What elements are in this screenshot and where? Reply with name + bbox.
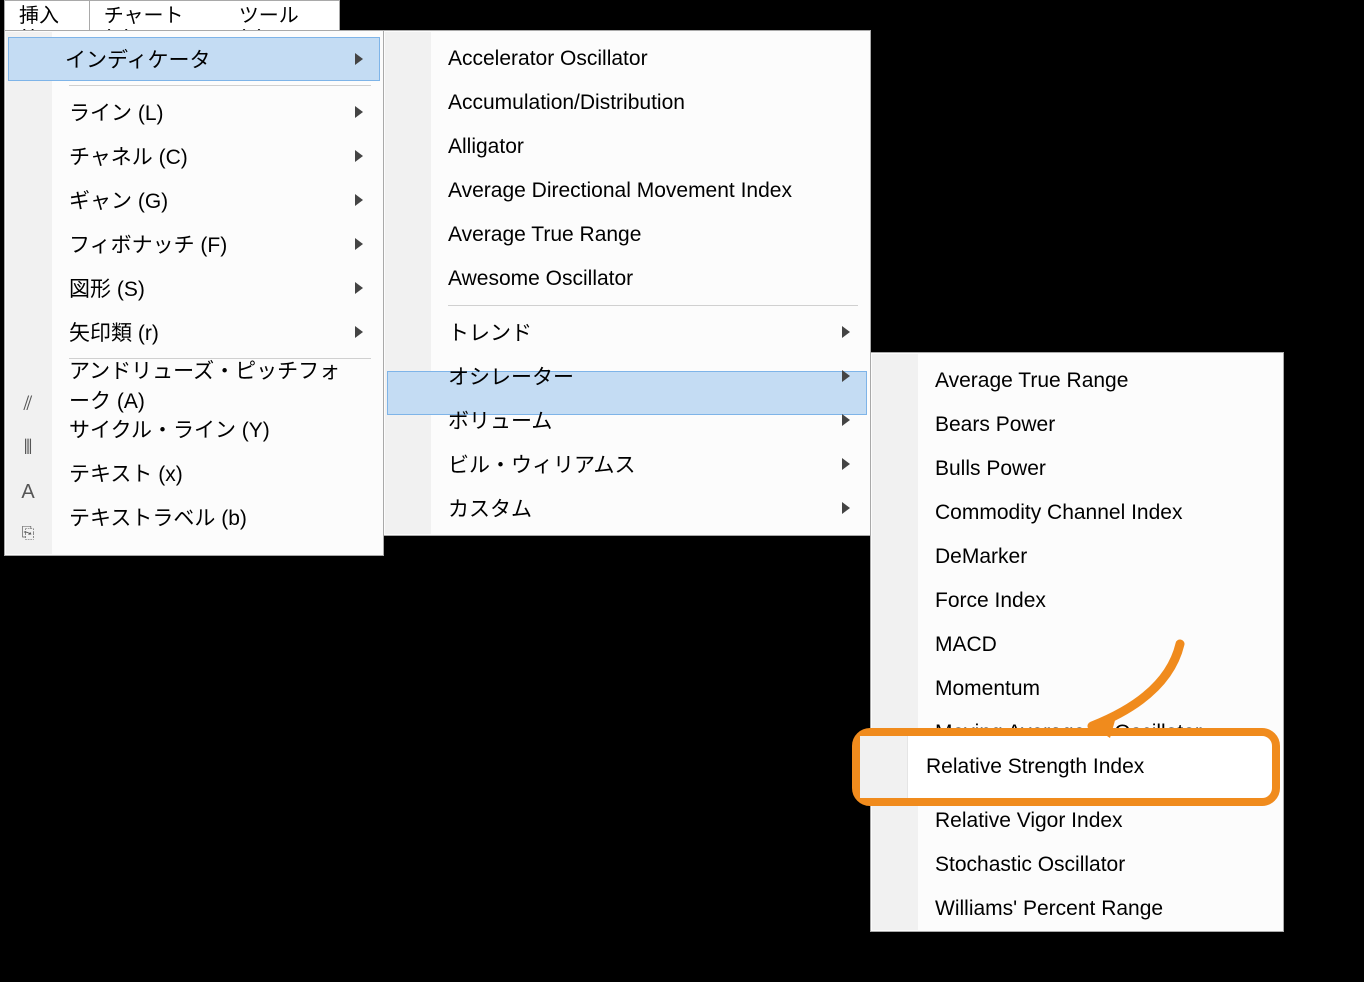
menu-item-demarker[interactable]: DeMarker <box>919 535 1277 579</box>
label: Relative Vigor Index <box>935 809 1123 833</box>
menu-item-bears-power[interactable]: Bears Power <box>919 403 1277 447</box>
menu-item-indicators-label: インディケータ <box>65 44 211 74</box>
menu-item-awesome-oscillator[interactable]: Awesome Oscillator <box>432 257 864 301</box>
text-a-icon: A <box>5 481 51 504</box>
menu-item-fibonacci[interactable]: フィボナッチ (F) <box>53 222 377 266</box>
label: Momentum <box>935 677 1040 701</box>
label: Average Directional Movement Index <box>448 179 792 203</box>
menu-item-volume[interactable]: ボリューム <box>432 398 864 442</box>
menu-item-accumulation-distribution[interactable]: Accumulation/Distribution <box>432 81 864 125</box>
menubar: 挿入(I) チャート (C) ツール (T) <box>4 0 340 32</box>
menu-item-andrews-label: アンドリューズ・ピッチフォーク (A) <box>69 355 343 415</box>
menu-item-cycle-label: サイクル・ライン (Y) <box>69 414 270 444</box>
menu-item-text-label[interactable]: テキストラベル (b) <box>53 495 377 539</box>
menu-item-bulls-power[interactable]: Bulls Power <box>919 447 1277 491</box>
label: Commodity Channel Index <box>935 501 1182 525</box>
label: Accumulation/Distribution <box>448 91 685 115</box>
menu-item-oscillator[interactable]: オシレーター <box>384 354 864 398</box>
submenu-arrow-icon <box>355 238 363 250</box>
submenu-arrow-icon <box>842 414 850 426</box>
submenu-arrow-icon <box>842 458 850 470</box>
menu-indicators-iconcol <box>385 32 431 534</box>
label: Alligator <box>448 135 524 159</box>
menu-insert-iconcol <box>6 32 52 554</box>
menubar-tool[interactable]: ツール (T) <box>225 1 339 31</box>
menu-item-accelerator-oscillator[interactable]: Accelerator Oscillator <box>432 37 864 81</box>
submenu-arrow-icon <box>842 370 850 382</box>
menu-item-shapes-label: 図形 (S) <box>69 273 145 303</box>
submenu-arrow-icon <box>355 106 363 118</box>
menu-indicators: Accelerator Oscillator Accumulation/Dist… <box>383 30 871 536</box>
menu-item-force-index[interactable]: Force Index <box>919 579 1277 623</box>
menu-item-atr[interactable]: Average True Range <box>432 213 864 257</box>
menu-item-alligator[interactable]: Alligator <box>432 125 864 169</box>
label: Awesome Oscillator <box>448 267 633 291</box>
menu-separator <box>69 85 371 86</box>
submenu-arrow-icon <box>355 282 363 294</box>
submenu-arrow-icon <box>355 150 363 162</box>
menu-item-bill-williams[interactable]: ビル・ウィリアムス <box>432 442 864 486</box>
label: Accelerator Oscillator <box>448 47 648 71</box>
menu-item-osc-atr[interactable]: Average True Range <box>919 359 1277 403</box>
label: トレンド <box>448 317 532 347</box>
callout-iconcol <box>860 736 908 798</box>
label: ボリューム <box>448 405 552 435</box>
submenu-arrow-icon <box>355 53 363 65</box>
menu-item-text[interactable]: テキスト (x) <box>53 451 377 495</box>
label: Bears Power <box>935 413 1055 437</box>
label: Force Index <box>935 589 1046 613</box>
label: DeMarker <box>935 545 1027 569</box>
label: Bulls Power <box>935 457 1046 481</box>
menubar-chart[interactable]: チャート (C) <box>90 1 225 31</box>
label: MACD <box>935 633 997 657</box>
submenu-arrow-icon <box>842 326 850 338</box>
submenu-arrow-icon <box>355 326 363 338</box>
menu-item-arrows-label: 矢印類 (r) <box>69 317 159 347</box>
label: オシレーター <box>448 361 574 391</box>
menu-item-arrows[interactable]: 矢印類 (r) <box>53 310 377 354</box>
menu-item-line[interactable]: ライン (L) <box>53 90 377 134</box>
callout-label: Relative Strength Index <box>908 755 1144 779</box>
menu-item-channel[interactable]: チャネル (C) <box>53 134 377 178</box>
menu-item-trend[interactable]: トレンド <box>432 310 864 354</box>
menu-item-andrews-pitchfork[interactable]: アンドリューズ・ピッチフォーク (A) <box>53 363 377 407</box>
label: カスタム <box>448 493 532 523</box>
label: Stochastic Oscillator <box>935 853 1125 877</box>
label: Average True Range <box>935 369 1128 393</box>
menu-item-indicators[interactable]: インディケータ <box>5 37 377 81</box>
submenu-arrow-icon <box>355 194 363 206</box>
menu-item-wpr[interactable]: Williams' Percent Range <box>919 887 1277 931</box>
menu-item-gann-label: ギャン (G) <box>69 185 168 215</box>
menu-separator <box>448 305 858 306</box>
menubar-insert[interactable]: 挿入(I) <box>4 1 90 31</box>
menu-item-text-label: テキスト (x) <box>69 458 183 488</box>
cycle-lines-icon: ⦀ <box>5 437 51 460</box>
menu-item-gann[interactable]: ギャン (G) <box>53 178 377 222</box>
menu-item-shapes[interactable]: 図形 (S) <box>53 266 377 310</box>
menu-item-fibonacci-label: フィボナッチ (F) <box>69 229 227 259</box>
menu-item-custom[interactable]: カスタム <box>432 486 864 530</box>
submenu-arrow-icon <box>842 502 850 514</box>
menu-insert: ⫽ ⦀ A ⎘ インディケータ ライン (L) チャネル (C) ギャン (G)… <box>4 30 384 556</box>
menu-item-adx[interactable]: Average Directional Movement Index <box>432 169 864 213</box>
menu-item-line-label: ライン (L) <box>69 97 164 127</box>
menu-item-channel-label: チャネル (C) <box>69 141 188 171</box>
label: ビル・ウィリアムス <box>448 449 636 479</box>
text-label-icon: ⎘ <box>5 525 51 543</box>
annotation-arrow-icon <box>1060 636 1200 756</box>
menu-item-textlabel-label: テキストラベル (b) <box>69 502 247 532</box>
label: Williams' Percent Range <box>935 897 1163 921</box>
label: Average True Range <box>448 223 641 247</box>
menu-item-cci[interactable]: Commodity Channel Index <box>919 491 1277 535</box>
menu-item-stochastic[interactable]: Stochastic Oscillator <box>919 843 1277 887</box>
menu-oscillators-iconcol <box>872 354 918 930</box>
pitchfork-icon: ⫽ <box>5 393 51 416</box>
